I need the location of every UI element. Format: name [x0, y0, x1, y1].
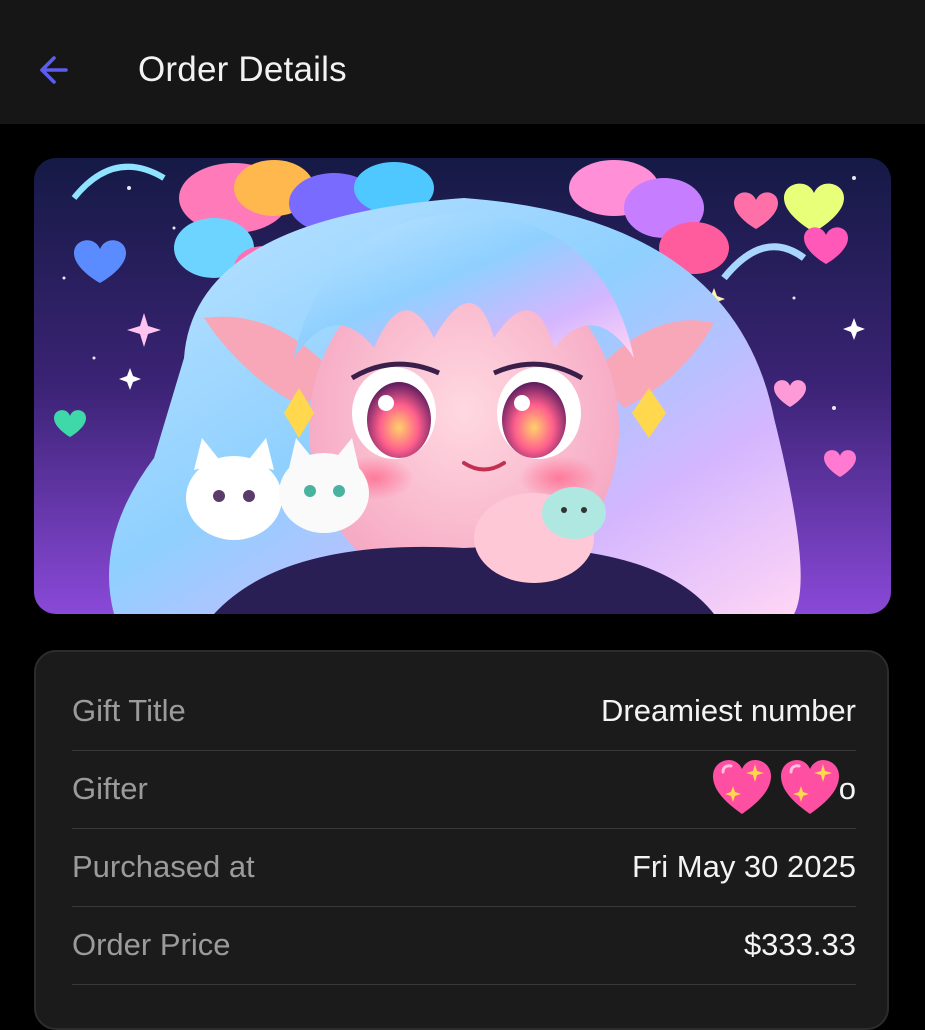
order-details-card: Gift Title Dreamiest number Gifter o Pur… — [34, 650, 889, 1030]
gifter-value: o — [709, 756, 856, 822]
app-bar: Order Details — [0, 0, 925, 124]
order-price-value: $333.33 — [743, 927, 856, 962]
purchased-at-value: Fri May 30 2025 — [632, 849, 856, 884]
purchased-at-label: Purchased at — [72, 849, 255, 884]
page-title: Order Details — [138, 50, 347, 89]
gifter-name: o — [838, 771, 856, 806]
sparkling-heart-icon — [780, 760, 839, 814]
gift-title-label: Gift Title — [72, 693, 186, 728]
arrow-left-icon — [40, 56, 68, 84]
gift-title-value: Dreamiest number — [601, 693, 856, 728]
row-purchased-at: Purchased at Fri May 30 2025 — [72, 828, 856, 907]
gift-image — [34, 158, 891, 614]
row-gift-title: Gift Title Dreamiest number — [72, 672, 856, 751]
order-price-label: Order Price — [72, 927, 231, 962]
row-order-price: Order Price $333.33 — [72, 906, 856, 985]
row-gifter: Gifter o — [72, 750, 856, 829]
gifter-label: Gifter — [72, 771, 148, 806]
back-button[interactable] — [28, 44, 80, 96]
sparkling-heart-icon — [712, 760, 771, 814]
